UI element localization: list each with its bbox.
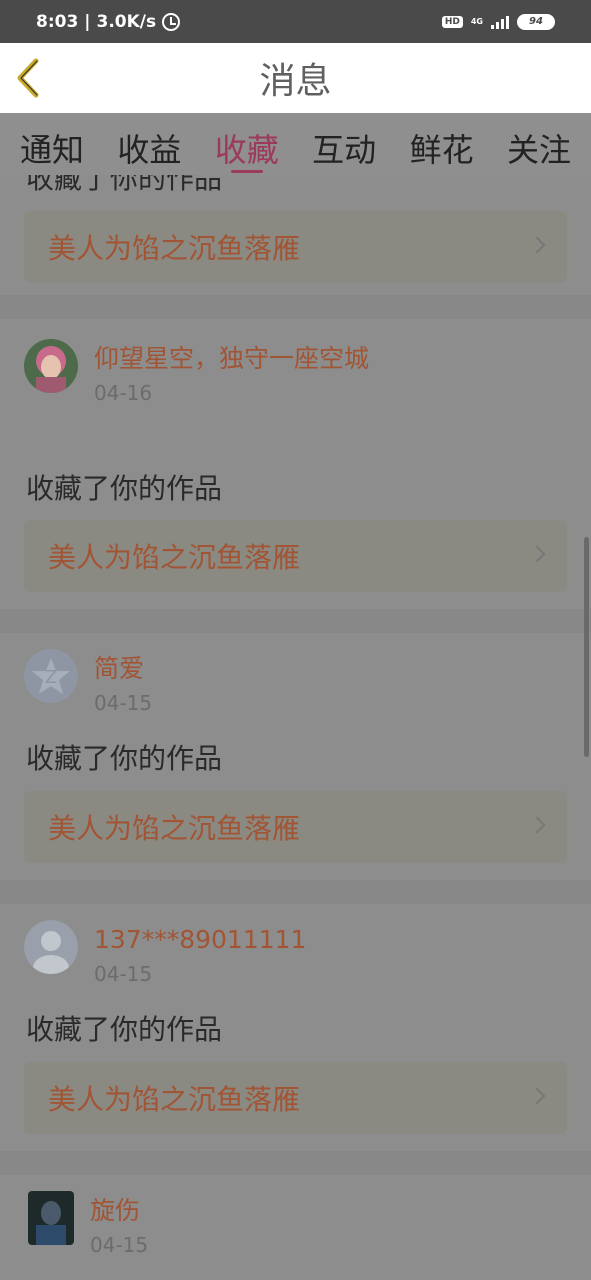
list-item: Z 简爱 04-15 收藏了你的作品 美人为馅之沉鱼落雁: [0, 633, 591, 880]
list-item: 仰望星空，独守一座空城 04-16 收藏了你的作品 美人为馅之沉鱼落雁: [0, 319, 591, 609]
work-title: 美人为馅之沉鱼落雁: [48, 232, 301, 265]
work-link[interactable]: 美人为馅之沉鱼落雁: [24, 211, 567, 283]
hd-icon: HD: [441, 15, 463, 28]
chevron-right-icon: [528, 1087, 546, 1105]
work-link[interactable]: 美人为馅之沉鱼落雁: [24, 520, 567, 592]
work-link[interactable]: 美人为馅之沉鱼落雁: [24, 791, 567, 863]
network-speed: 3.0K/s: [96, 11, 157, 32]
status-time: 8:03: [36, 11, 79, 32]
battery-icon: 94: [517, 13, 555, 30]
date: 04-15: [90, 1233, 149, 1257]
user-name[interactable]: 旋伤: [90, 1191, 370, 1231]
top-bar: 消息: [0, 43, 591, 113]
tab-flowers[interactable]: 鲜花: [410, 113, 474, 175]
avatar[interactable]: [28, 1191, 74, 1245]
list-item: 收藏了你的作品 美人为馅之沉鱼落雁: [0, 175, 591, 295]
back-button[interactable]: [14, 57, 44, 99]
scrollbar[interactable]: [584, 537, 589, 757]
date: 04-15: [94, 962, 153, 986]
tab-favorites[interactable]: 收藏: [215, 113, 279, 175]
tab-notifications[interactable]: 通知: [20, 113, 84, 175]
user-name[interactable]: 简爱: [94, 649, 374, 689]
work-title: 美人为馅之沉鱼落雁: [48, 1083, 301, 1116]
action-text: 收藏了你的作品: [26, 472, 223, 505]
avatar[interactable]: [24, 920, 78, 974]
status-divider: |: [84, 11, 91, 32]
chevron-left-icon: [17, 58, 39, 98]
page-title: 消息: [259, 61, 332, 102]
list-item: 137***89011111 04-15 收藏了你的作品 美人为馅之沉鱼落雁: [0, 904, 591, 1151]
tab-earnings[interactable]: 收益: [117, 113, 181, 175]
work-title: 美人为馅之沉鱼落雁: [48, 812, 301, 845]
divider: [0, 609, 591, 633]
avatar[interactable]: Z: [24, 649, 78, 703]
divider: [0, 1151, 591, 1175]
work-link[interactable]: 美人为馅之沉鱼落雁: [24, 1062, 567, 1134]
tab-bar: 通知 收益 收藏 互动 鲜花 关注: [0, 113, 591, 175]
action-text: 收藏了你的作品: [26, 175, 223, 195]
divider: [0, 880, 591, 904]
list-item: 旋伤 04-15: [0, 1175, 591, 1280]
divider: [0, 295, 591, 319]
status-bar: 8:03 | 3.0K/s HD 4G 94: [0, 0, 591, 43]
svg-text:Z: Z: [45, 667, 57, 688]
tab-interactions[interactable]: 互动: [312, 113, 376, 175]
chevron-right-icon: [528, 545, 546, 563]
network-type: 4G: [470, 17, 483, 26]
user-name[interactable]: 137***89011111: [94, 920, 374, 960]
action-text: 收藏了你的作品: [26, 1013, 223, 1046]
action-text: 收藏了你的作品: [26, 742, 223, 775]
date: 04-16: [94, 381, 153, 405]
user-name[interactable]: 仰望星空，独守一座空城: [94, 339, 374, 379]
work-title: 美人为馅之沉鱼落雁: [48, 541, 301, 574]
favorites-feed[interactable]: 收藏了你的作品 美人为馅之沉鱼落雁 仰望星空，独守一座空城 04-16 收藏了你…: [0, 175, 591, 1280]
avatar[interactable]: [24, 339, 78, 393]
alarm-icon: [162, 12, 181, 31]
chevron-right-icon: [528, 236, 546, 254]
tab-follows[interactable]: 关注: [507, 113, 571, 175]
date: 04-15: [94, 691, 153, 715]
signal-icon: [491, 15, 509, 29]
chevron-right-icon: [528, 816, 546, 834]
